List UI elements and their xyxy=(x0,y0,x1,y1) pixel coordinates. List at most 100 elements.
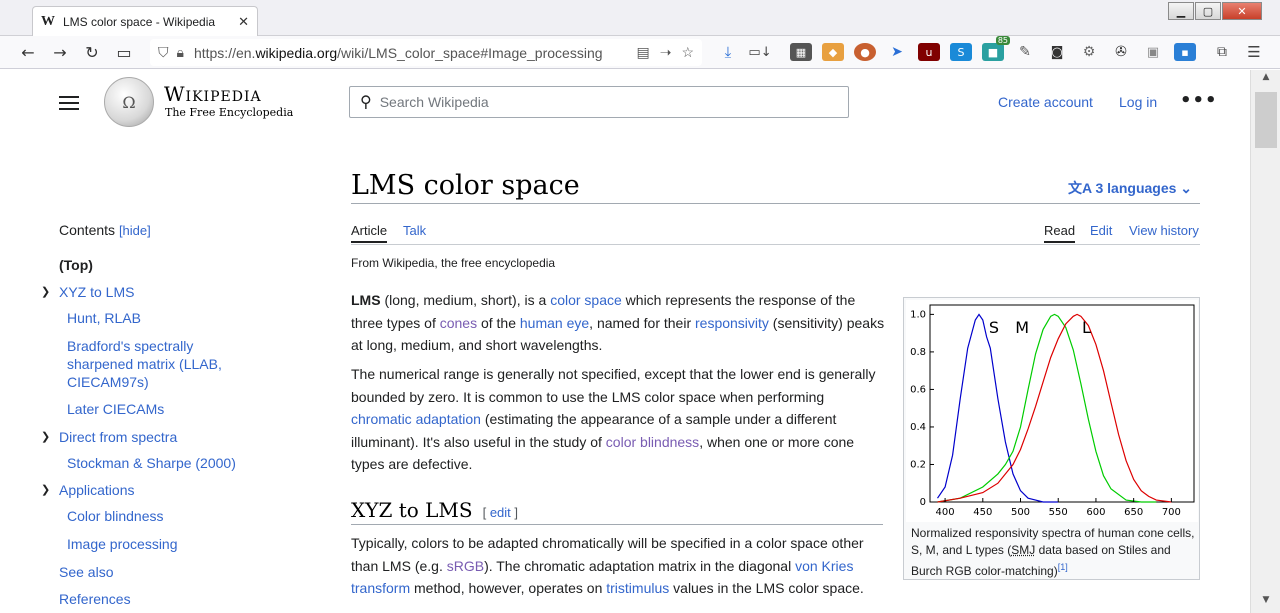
camera-icon[interactable]: ◙ xyxy=(1046,43,1068,61)
more-options-icon[interactable]: ••• xyxy=(1180,90,1218,111)
main-menu-icon[interactable] xyxy=(59,96,79,114)
title-divider xyxy=(351,203,1200,204)
language-selector[interactable]: 文A 3 languages ⌄ xyxy=(1068,178,1192,198)
save-icon[interactable]: ▪ xyxy=(1174,43,1196,61)
gear-icon[interactable]: ⚙ xyxy=(1078,43,1100,61)
tab-edit[interactable]: Edit xyxy=(1090,223,1112,238)
browser-tab[interactable]: W LMS color space - Wikipedia ✕ xyxy=(32,6,258,36)
send-arrow-icon[interactable]: ➝ xyxy=(660,44,672,61)
menu-icon[interactable]: ☰ xyxy=(1243,43,1265,61)
close-window-button[interactable]: ✕ xyxy=(1222,2,1262,20)
curve-label-m: M xyxy=(1015,318,1029,337)
cube-icon[interactable]: ■ 85 xyxy=(982,36,1010,61)
link-color-space[interactable]: color space xyxy=(550,292,622,308)
tracking-shield-icon[interactable]: ⛉ xyxy=(158,44,169,61)
link-srgb[interactable]: sRGB xyxy=(447,558,484,574)
qr-code-icon[interactable]: ▦ xyxy=(790,43,812,61)
scroll-up-icon[interactable]: ▲ xyxy=(1251,72,1280,88)
sidebar-toggle-icon[interactable]: ▭ xyxy=(108,38,140,66)
heading-xyz-to-lms: XYZ to LMS[ edit ] xyxy=(351,498,883,525)
paragraph-xyz: Typically, colors to be adapted chromati… xyxy=(351,535,864,596)
minimize-button[interactable]: ▁ xyxy=(1168,2,1194,20)
skype-icon[interactable]: S xyxy=(950,43,972,61)
tab-article[interactable]: Article xyxy=(351,223,388,243)
toc-item-stockman-sharpe[interactable]: Stockman & Sharpe (2000) xyxy=(67,454,236,472)
toc-item-see-also[interactable]: See also xyxy=(59,563,113,581)
close-tab-icon[interactable]: ✕ xyxy=(238,14,249,30)
toc-item-direct-from-spectra[interactable]: Direct from spectra xyxy=(59,428,177,446)
reload-icon[interactable]: ↻ xyxy=(76,38,108,66)
wikipedia-page: Ω Wikipedia The Free Encyclopedia ⚲ Sear… xyxy=(0,70,1250,613)
back-arrow-icon[interactable]: ← xyxy=(12,38,44,66)
lock-icon[interactable]: 🔒︎ xyxy=(177,44,184,61)
page-icon[interactable]: ▣ xyxy=(1142,43,1164,61)
reference-link[interactable]: [1] xyxy=(1058,562,1068,572)
monkey-icon[interactable]: ● xyxy=(854,43,876,61)
cone-response-figure: 400 450 500 550 600 650 700 0 0.2 0.4 0.6 0.8 1.0 S M L… xyxy=(903,297,1200,580)
link-color-blindness[interactable]: color blindness xyxy=(606,434,699,450)
login-link[interactable]: Log in xyxy=(1119,94,1157,110)
chevron-down-icon[interactable]: ❯ xyxy=(41,430,50,443)
maximize-button[interactable]: ▢ xyxy=(1195,2,1221,20)
smj-abbr: SMJ xyxy=(1011,543,1036,557)
from-wikipedia: From Wikipedia, the free encyclopedia xyxy=(351,256,556,270)
translate-icon: 文A xyxy=(1068,180,1092,196)
url-bar[interactable]: ⛉ 🔒︎ https://en.wikipedia.org/wiki/LMS_c… xyxy=(150,39,702,66)
ublock-icon[interactable]: u xyxy=(918,43,940,61)
cursor-icon[interactable]: ➤ xyxy=(886,43,908,61)
toc-item-xyz-to-lms[interactable]: XYZ to LMS xyxy=(59,283,134,301)
forward-arrow-icon[interactable]: → xyxy=(44,38,76,66)
chart-background xyxy=(906,300,1198,522)
section-edit-link[interactable]: edit xyxy=(490,505,511,520)
curve-label-s: S xyxy=(989,318,999,337)
navigation-bar: ← → ↻ ▭ ⛉ 🔒︎ https://en.wikipedia.org/wi… xyxy=(0,36,1280,69)
toc-item-later-ciecams[interactable]: Later CIECAMs xyxy=(67,400,164,418)
cone-response-chart[interactable]: 400 450 500 550 600 650 700 0 0.2 0.4 0.6 0.8 1.0 S M L xyxy=(906,300,1198,522)
toc-item-applications[interactable]: Applications xyxy=(59,481,135,499)
bookmark-star-icon[interactable]: ☆ xyxy=(681,44,694,61)
x-tick-label: 700 xyxy=(1162,507,1181,518)
link-human-eye[interactable]: human eye xyxy=(520,315,589,331)
link-chromatic-adaptation[interactable]: chromatic adaptation xyxy=(351,411,481,427)
tab-read[interactable]: Read xyxy=(1044,223,1076,243)
toc-item-bradford[interactable]: Bradford's spectrally sharpened matrix (… xyxy=(67,337,247,391)
tab-view-history[interactable]: View history xyxy=(1129,223,1199,238)
badge-count: 85 xyxy=(995,36,1010,45)
toc-title: Contents xyxy=(59,222,116,238)
wikipedia-favicon-icon: W xyxy=(41,13,55,29)
pen-icon[interactable]: ✎ xyxy=(1014,43,1036,61)
toc-item-top[interactable]: (Top) xyxy=(59,256,93,274)
lms-bold: LMS xyxy=(351,292,381,308)
toc-item-image-processing[interactable]: Image processing xyxy=(67,535,178,553)
wrench-icon[interactable]: ✇ xyxy=(1110,43,1132,61)
page-scrollbar[interactable]: ▲ ▼ xyxy=(1250,70,1280,613)
tab-title: LMS color space - Wikipedia xyxy=(63,14,216,29)
toc-hide-link[interactable]: [hide] xyxy=(119,223,151,238)
link-cones[interactable]: cones xyxy=(440,315,477,331)
scroll-down-icon[interactable]: ▼ xyxy=(1251,595,1280,611)
chevron-down-icon[interactable]: ❯ xyxy=(41,483,50,496)
toc-item-references[interactable]: References xyxy=(59,590,131,608)
folder-icon[interactable]: ▭↓ xyxy=(748,43,771,61)
search-placeholder: Search Wikipedia xyxy=(379,94,489,110)
reader-view-icon[interactable]: ▤ xyxy=(636,44,649,61)
wikipedia-wordmark[interactable]: Wikipedia xyxy=(164,82,262,106)
paragraph-intro: LMS (long, medium, short), is a color sp… xyxy=(351,292,885,353)
wikipedia-globe-logo[interactable]: Ω xyxy=(104,77,154,127)
toc-item-hunt-rlab[interactable]: Hunt, RLAB xyxy=(67,309,141,327)
puzzle-icon[interactable]: ⧉ xyxy=(1211,43,1233,61)
link-responsivity[interactable]: responsivity xyxy=(695,315,769,331)
create-account-link[interactable]: Create account xyxy=(998,94,1093,110)
url-text[interactable]: https://en.wikipedia.org/wiki/LMS_color_… xyxy=(194,45,637,61)
chevron-down-icon[interactable]: ❯ xyxy=(41,285,50,298)
extension-icon[interactable]: ◆ xyxy=(822,43,844,61)
toc-header: Contents [hide] xyxy=(59,222,309,238)
link-tristimulus[interactable]: tristimulus xyxy=(606,580,669,596)
search-input[interactable]: ⚲ Search Wikipedia xyxy=(349,86,849,118)
chevron-down-icon: ⌄ xyxy=(1180,180,1193,196)
scrollbar-thumb[interactable] xyxy=(1255,92,1277,148)
toc-item-color-blindness[interactable]: Color blindness xyxy=(67,507,164,525)
downloads-icon[interactable]: ⤓ xyxy=(717,43,739,61)
x-tick-label: 600 xyxy=(1086,507,1105,518)
tab-talk[interactable]: Talk xyxy=(403,223,426,238)
